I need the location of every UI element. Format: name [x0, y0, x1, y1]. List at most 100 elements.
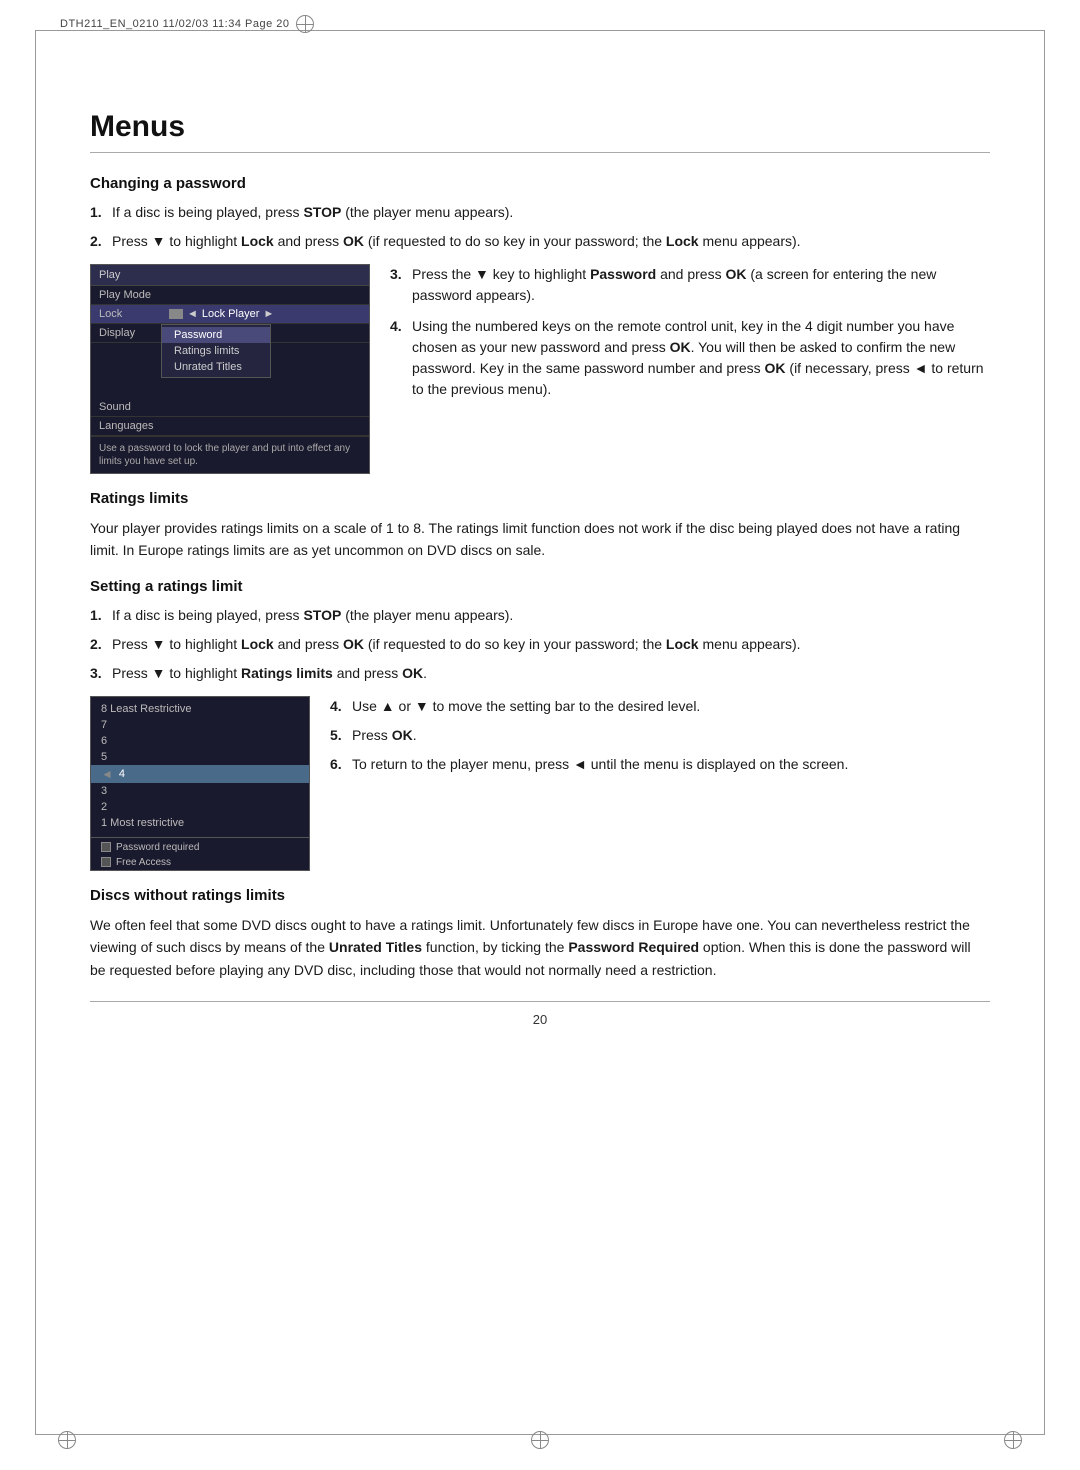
step-content: If a disc is being played, press STOP (t…: [112, 605, 990, 626]
step-number: 4.: [390, 316, 412, 400]
steps-col-ratings: 4. Use ▲ or ▼ to move the setting bar to…: [330, 696, 990, 787]
ratings-list: 8 Least Restrictive 7 6 5 ◄4 3 2 1 Most …: [91, 697, 309, 835]
list-item: 4. Use ▲ or ▼ to move the setting bar to…: [330, 696, 990, 717]
step-content: Press ▼ to highlight Lock and press OK (…: [112, 634, 990, 655]
list-item: 6. To return to the player menu, press ◄…: [330, 754, 990, 775]
step-number: 3.: [390, 264, 412, 306]
password-required-bold: Password Required: [568, 939, 699, 955]
step-number: 6.: [330, 754, 352, 775]
step-content: Use ▲ or ▼ to move the setting bar to th…: [352, 696, 990, 717]
password-bold: Password: [590, 266, 656, 282]
reg-mark-bottom-center: [525, 1431, 555, 1452]
unrated-titles-bold: Unrated Titles: [329, 939, 422, 955]
ratings-item-2: 2: [91, 799, 309, 815]
step-number: 3.: [90, 663, 112, 684]
two-col-ratings-section: 8 Least Restrictive 7 6 5 ◄4 3 2 1 Most …: [90, 696, 990, 871]
title-rule: [90, 152, 990, 153]
step-number: 4.: [330, 696, 352, 717]
ok-bold: OK: [392, 727, 413, 743]
submenu-item-unrated: Unrated Titles: [162, 359, 270, 375]
steps-col: 3. Press the ▼ key to highlight Password…: [390, 264, 990, 412]
submenu-item-password: Password: [162, 327, 270, 343]
ratings-option-password: Password required: [91, 840, 309, 855]
submenu-item-ratings: Ratings limits: [162, 343, 270, 359]
steps-list-right: 3. Press the ▼ key to highlight Password…: [390, 264, 990, 400]
step-content: Using the numbered keys on the remote co…: [412, 316, 990, 400]
menu-row-sound: Sound: [91, 398, 369, 417]
ratings-screenshot: 8 Least Restrictive 7 6 5 ◄4 3 2 1 Most …: [90, 696, 310, 871]
menu-screenshot: Play Play Mode Lock ◄ Lock Player ►: [90, 264, 370, 474]
ok-bold: OK: [670, 339, 691, 355]
ok-bold: OK: [343, 233, 364, 249]
ratings-option-free: Free Access: [91, 855, 309, 870]
folder-icon: [169, 309, 183, 319]
page-number: 20: [533, 1012, 547, 1027]
stop-bold: STOP: [303, 607, 341, 623]
submenu: Password Ratings limits Unrated Titles: [161, 324, 271, 378]
ratings-item-7: 7: [91, 717, 309, 733]
step-number: 1.: [90, 202, 112, 223]
selector-arrow: ◄: [101, 767, 113, 781]
ratings-item-5: 5: [91, 749, 309, 765]
section-heading-setting-ratings: Setting a ratings limit: [90, 578, 990, 595]
menu-label: Sound: [99, 401, 169, 413]
step-number: 2.: [90, 634, 112, 655]
ratings-item-4: ◄4: [91, 765, 309, 783]
step-content: Press the ▼ key to highlight Password an…: [412, 264, 990, 306]
step-content: Press OK.: [352, 725, 990, 746]
ok-bold2: OK: [765, 360, 786, 376]
lock-bold2: Lock: [666, 636, 699, 652]
menu-row-display: Display Password Ratings limits Unrated …: [91, 324, 369, 343]
setting-ratings-list: 1. If a disc is being played, press STOP…: [90, 605, 990, 684]
ratings-item-8: 8 Least Restrictive: [91, 701, 309, 717]
list-item: 5. Press OK.: [330, 725, 990, 746]
section-heading-ratings-limits: Ratings limits: [90, 490, 990, 507]
page-wrapper: DTH211_EN_0210 11/02/03 11:34 Page 20 Me…: [0, 0, 1080, 1470]
lock-value: Lock Player: [202, 308, 259, 320]
ratings-item-6: 6: [91, 733, 309, 749]
list-item: 2. Press ▼ to highlight Lock and press O…: [90, 231, 990, 252]
list-item: 4. Using the numbered keys on the remote…: [390, 316, 990, 400]
page-title: Menus: [90, 60, 990, 144]
menu-label: Lock: [99, 308, 169, 320]
step-content: To return to the player menu, press ◄ un…: [352, 754, 990, 775]
list-item: 3. Press the ▼ key to highlight Password…: [390, 264, 990, 306]
arrow-right: ►: [263, 308, 274, 320]
two-col-section: Play Play Mode Lock ◄ Lock Player ►: [90, 264, 990, 474]
step-number: 1.: [90, 605, 112, 626]
lock-bold: Lock: [241, 233, 274, 249]
checkbox-password: [101, 842, 111, 852]
menu-row-playmode: Play Mode: [91, 286, 369, 305]
menu-label: Languages: [99, 420, 169, 432]
ratings-item-1: 1 Most restrictive: [91, 815, 309, 831]
discs-without-para: We often feel that some DVD discs ought …: [90, 914, 990, 981]
step-content: Press ▼ to highlight Ratings limits and …: [112, 663, 990, 684]
lock-bold2: Lock: [666, 233, 699, 249]
registration-mark-header: [296, 15, 314, 33]
step-content: If a disc is being played, press STOP (t…: [112, 202, 990, 223]
ok-bold: OK: [725, 266, 746, 282]
ratings-item-3: 3: [91, 783, 309, 799]
checkbox-free: [101, 857, 111, 867]
header-text: DTH211_EN_0210 11/02/03 11:34 Page 20: [60, 18, 290, 30]
content-area: Menus Changing a password 1. If a disc i…: [0, 40, 1080, 1107]
menu-label: Display: [99, 327, 169, 339]
menu-top-bar: Play: [91, 265, 369, 286]
menu-label: Play Mode: [99, 289, 169, 301]
step-number: 2.: [90, 231, 112, 252]
steps-list-ratings: 4. Use ▲ or ▼ to move the setting bar to…: [330, 696, 990, 775]
header-bar: DTH211_EN_0210 11/02/03 11:34 Page 20: [0, 0, 1080, 40]
step-number: 5.: [330, 725, 352, 746]
reg-mark-bottom-left: [52, 1431, 82, 1452]
menu-value: ◄ Lock Player ►: [169, 308, 361, 320]
ratings-limits-para: Your player provides ratings limits on a…: [90, 517, 990, 562]
section-heading-discs-without: Discs without ratings limits: [90, 887, 990, 904]
menu-screenshot-col: Play Play Mode Lock ◄ Lock Player ►: [90, 264, 370, 474]
menu-footer-text: Use a password to lock the player and pu…: [91, 436, 369, 473]
step-content: Press ▼ to highlight Lock and press OK (…: [112, 231, 990, 252]
ratings-divider: [91, 837, 309, 838]
ratings-limits-bold: Ratings limits: [241, 665, 333, 681]
changing-password-list: 1. If a disc is being played, press STOP…: [90, 202, 990, 252]
reg-mark-bottom-right: [998, 1431, 1028, 1452]
list-item: 3. Press ▼ to highlight Ratings limits a…: [90, 663, 990, 684]
